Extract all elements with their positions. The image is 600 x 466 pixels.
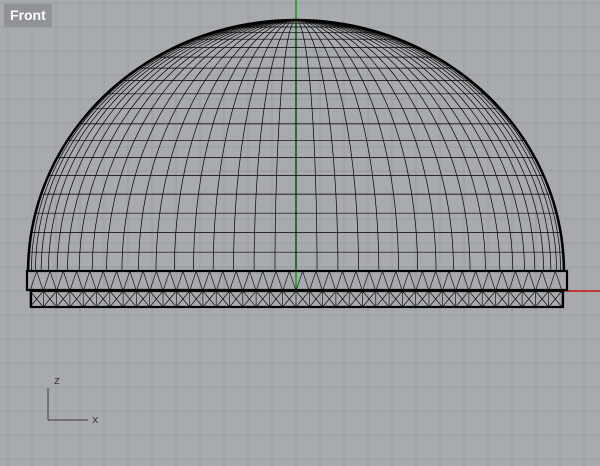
- z-axis-label: z: [54, 374, 60, 387]
- front-viewport[interactable]: z x Front: [0, 0, 600, 466]
- base-ring-wireframe[interactable]: [25, 269, 569, 309]
- viewport-title-tab[interactable]: Front: [4, 4, 52, 27]
- viewport-canvas[interactable]: z x: [0, 0, 600, 466]
- dome-wireframe[interactable]: [26, 18, 566, 273]
- x-axis-label: x: [92, 413, 99, 426]
